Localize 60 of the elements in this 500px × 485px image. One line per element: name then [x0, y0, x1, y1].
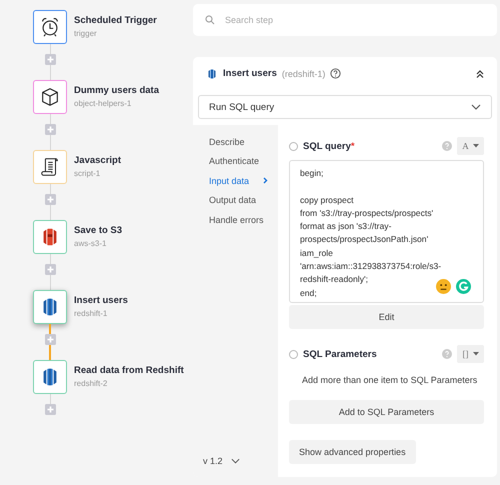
step-node[interactable]: [33, 290, 67, 324]
step-title: Insert users: [74, 295, 128, 306]
field-label: SQL Parameters: [303, 348, 377, 360]
search-field[interactable]: Search step: [193, 4, 497, 36]
step-title: Save to S3: [74, 225, 122, 236]
help-icon: [442, 349, 452, 359]
nav-item[interactable]: Authenticate: [203, 152, 278, 171]
scroll-icon: [39, 156, 61, 178]
database-icon: [206, 68, 218, 80]
alarm-clock-icon: [39, 16, 61, 38]
step-node[interactable]: [33, 220, 67, 254]
assistant-icon[interactable]: [456, 279, 471, 294]
operation-dropdown[interactable]: Run SQL query: [198, 95, 492, 119]
step-id: redshift-2: [74, 379, 108, 388]
step-id: aws-s3-1: [74, 239, 108, 248]
search-icon: [205, 15, 215, 25]
nav-item[interactable]: Input data: [203, 171, 278, 190]
nav-item[interactable]: Handle errors: [203, 210, 278, 230]
add-step-button[interactable]: [44, 194, 56, 205]
panel-step-id: (redshift-1): [282, 68, 326, 78]
add-step-button[interactable]: [44, 54, 56, 65]
add-step-button[interactable]: [44, 334, 56, 345]
edit-button[interactable]: Edit: [289, 305, 484, 329]
emoji-icon: [436, 279, 451, 294]
chevron-down-icon: [230, 458, 240, 464]
step-id: object-helpers-1: [74, 99, 132, 108]
cube-icon: [39, 86, 61, 108]
add-step-button[interactable]: [44, 404, 56, 415]
version-label: v 1.2: [203, 456, 223, 466]
step-node[interactable]: [33, 10, 67, 44]
type-selector[interactable]: A: [457, 137, 484, 155]
step-title: Dummy users data: [74, 85, 160, 96]
step-title: Javascript: [74, 155, 122, 166]
chevron-right-icon: [263, 177, 268, 184]
advanced-button[interactable]: Show advanced properties: [289, 440, 416, 464]
radio-button[interactable]: [289, 142, 298, 150]
type-selector[interactable]: []: [457, 345, 484, 363]
radio-button[interactable]: [289, 350, 298, 358]
step-title: Read data from Redshift: [74, 365, 184, 376]
step-title: Scheduled Trigger: [74, 15, 157, 26]
caret-icon: [472, 144, 479, 148]
help-icon: [442, 141, 452, 151]
panel-title: Insert users: [223, 68, 277, 79]
help-icon: [330, 68, 342, 79]
add-button[interactable]: Add to SQL Parameters: [289, 400, 484, 424]
add-step-button[interactable]: [44, 264, 56, 275]
caret-icon: [472, 352, 478, 356]
step-id: redshift-1: [74, 309, 108, 318]
step-node[interactable]: [33, 80, 67, 114]
double-chevron-up-icon: [475, 68, 485, 78]
query-field[interactable]: begin; copy prospect from 's3://tray-prospects/prospects' format as json 's3://tray-prospects/prospectJsonPath.json' iam_role 'arn:aws:iam::312938373754:role/s3-redshift-readonly'; end;: [289, 160, 484, 303]
field-label: SQL query*: [303, 140, 355, 152]
step-id: script-1: [74, 169, 102, 178]
step-node[interactable]: [33, 360, 67, 394]
chevron-down-icon: [471, 104, 481, 110]
add-step-button[interactable]: [44, 124, 56, 135]
field-hint: Add more than one item to SQL Parameters: [302, 375, 478, 385]
nav-item[interactable]: Describe: [203, 132, 278, 152]
nav-item[interactable]: Output data: [203, 190, 278, 210]
step-id: trigger: [74, 29, 98, 38]
